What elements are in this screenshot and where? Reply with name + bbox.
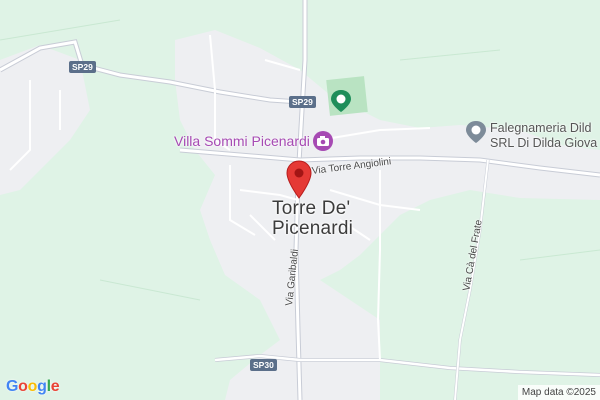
villa-label[interactable]: Villa Sommi Picenardi [174, 133, 310, 149]
logo-letter: g [37, 378, 47, 395]
logo-letter: G [6, 378, 19, 395]
road-shield-sp30: SP30 [250, 359, 277, 371]
carpentry-label-line1: Falegnameria Dild [490, 121, 592, 135]
logo-letter: e [50, 378, 60, 395]
carpentry-label[interactable]: Falegnameria Dild SRL Di Dilda Giova [490, 121, 597, 151]
town-label-line1: Torre De' [272, 198, 351, 219]
logo-letter: o [18, 378, 28, 395]
business-pin-icon[interactable] [465, 120, 487, 144]
camera-icon[interactable] [312, 130, 334, 152]
logo-letter: o [27, 378, 38, 395]
map-canvas[interactable]: SP29 SP29 SP30 Villa Sommi Picenardi Fal… [0, 0, 600, 400]
map-attribution[interactable]: Map data ©2025 [517, 385, 600, 400]
sports-field-pin-icon[interactable] [330, 89, 352, 113]
google-logo[interactable]: Google [6, 378, 60, 396]
town-label: Torre De' Picenardi [272, 199, 353, 239]
road-shield-sp29-center: SP29 [289, 96, 316, 108]
location-pin-icon[interactable] [285, 160, 313, 200]
carpentry-label-line2: SRL Di Dilda Giova [490, 136, 598, 150]
town-label-line2: Picenardi [272, 218, 354, 239]
road-shield-sp29-west: SP29 [69, 61, 96, 73]
